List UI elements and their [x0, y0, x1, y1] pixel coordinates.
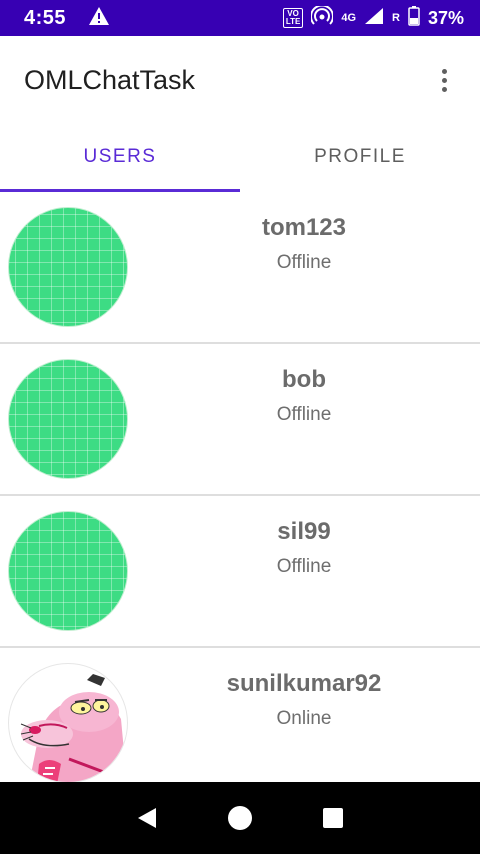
- user-name: tom123: [261, 214, 347, 241]
- user-status: Online: [276, 708, 332, 729]
- warning-icon: [88, 6, 110, 31]
- default-avatar: [8, 207, 128, 327]
- user-list-item[interactable]: sunilkumar92 Online: [0, 648, 480, 782]
- hotspot-icon: [310, 4, 335, 31]
- user-status: Offline: [276, 252, 332, 273]
- user-status: Offline: [276, 404, 332, 425]
- tab-bar: USERS PROFILE: [0, 124, 480, 192]
- signal-icon: [364, 7, 384, 30]
- network-type: 4G: [341, 12, 357, 24]
- battery-icon: [408, 5, 420, 31]
- user-name: bob: [282, 366, 326, 393]
- user-status: Offline: [276, 556, 332, 577]
- pink-panther-avatar: [8, 663, 128, 782]
- user-name: sil99: [277, 518, 331, 545]
- volte-bottom-label: LTE: [285, 17, 301, 26]
- tab-users[interactable]: USERS: [0, 124, 240, 192]
- app-title: OMLChatTask: [24, 64, 196, 95]
- system-nav-bar: [0, 782, 480, 854]
- user-list: tom123 Offline bob Offline sil99 Offline: [0, 192, 480, 782]
- home-icon[interactable]: [220, 798, 260, 838]
- user-list-item[interactable]: sil99 Offline: [0, 496, 480, 648]
- user-list-item[interactable]: bob Offline: [0, 344, 480, 496]
- recents-icon[interactable]: [313, 798, 353, 838]
- status-time: 4:55: [24, 6, 67, 29]
- roaming-indicator: R: [392, 12, 400, 24]
- more-options-icon[interactable]: [432, 60, 456, 100]
- status-bar: 4:55 VO LTE 4G R 37%: [0, 0, 480, 36]
- volte-icon: VO LTE: [282, 8, 304, 28]
- back-icon[interactable]: [127, 798, 167, 838]
- battery-percent: 37%: [427, 7, 464, 28]
- default-avatar: [8, 359, 128, 479]
- default-avatar: [8, 511, 128, 631]
- app-bar: OMLChatTask: [0, 36, 480, 124]
- user-name: sunilkumar92: [226, 670, 382, 697]
- tab-profile[interactable]: PROFILE: [240, 124, 480, 192]
- user-list-item[interactable]: tom123 Offline: [0, 192, 480, 344]
